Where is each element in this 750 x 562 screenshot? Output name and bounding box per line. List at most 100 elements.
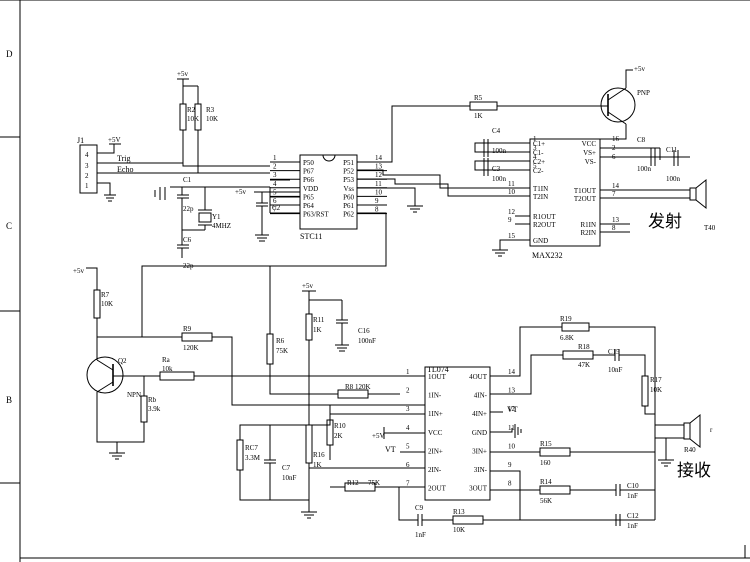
transducer-t40: T40 bbox=[689, 178, 716, 232]
svg-text:+5v: +5v bbox=[235, 188, 246, 196]
tl074-pin-name: 1OUT bbox=[428, 373, 447, 381]
svg-text:R5: R5 bbox=[474, 94, 483, 102]
svg-text:100n: 100n bbox=[492, 175, 507, 183]
svg-text:10K: 10K bbox=[650, 386, 662, 394]
svg-text:1K: 1K bbox=[313, 326, 322, 334]
svg-text:10K: 10K bbox=[453, 526, 465, 534]
stc11-pin-name: P53 bbox=[343, 176, 354, 184]
svg-text:10K: 10K bbox=[187, 115, 199, 123]
svg-text:10nF: 10nF bbox=[282, 474, 297, 482]
tl074-pin-name: 3OUT bbox=[469, 485, 488, 493]
svg-text:C12: C12 bbox=[627, 512, 639, 520]
transducer-r40: R40 r bbox=[683, 413, 713, 454]
svg-text:Q2: Q2 bbox=[118, 357, 127, 365]
max232-pin-num: 16 bbox=[612, 135, 620, 143]
svg-text:MAX232: MAX232 bbox=[532, 251, 563, 260]
svg-text:VT: VT bbox=[385, 445, 396, 454]
svg-text:R13: R13 bbox=[453, 508, 465, 516]
svg-text:+5V: +5V bbox=[372, 432, 385, 440]
svg-text:C6: C6 bbox=[183, 236, 192, 244]
tl074-pin-name: VCC bbox=[428, 429, 443, 437]
svg-text:100n: 100n bbox=[637, 165, 652, 173]
svg-text:C11: C11 bbox=[666, 146, 678, 154]
svg-text:+5v: +5v bbox=[73, 267, 84, 275]
svg-text:VT: VT bbox=[507, 405, 518, 414]
max232-pin-name: T1OUT bbox=[574, 187, 597, 195]
svg-text:R10: R10 bbox=[334, 422, 346, 430]
svg-text:120K: 120K bbox=[355, 383, 371, 391]
max232-pin-name: R1IN bbox=[580, 221, 596, 229]
svg-text:C4: C4 bbox=[492, 127, 501, 135]
svg-text:120K: 120K bbox=[183, 344, 199, 352]
svg-text:RC7: RC7 bbox=[245, 444, 258, 452]
resistor-r11 bbox=[305, 313, 313, 341]
svg-text:10K: 10K bbox=[101, 300, 113, 308]
svg-text:1nF: 1nF bbox=[627, 522, 638, 530]
j1-ref: J1 bbox=[77, 136, 84, 145]
frame-row-b: B bbox=[6, 395, 12, 405]
resistor-r2 bbox=[179, 103, 187, 131]
svg-text:10k: 10k bbox=[162, 365, 173, 373]
frame-row-d: D bbox=[6, 49, 13, 59]
resistor-rb bbox=[140, 395, 148, 423]
frame-row-c: C bbox=[6, 221, 12, 231]
max232-pin-num: 11 bbox=[508, 180, 515, 188]
svg-text:R17: R17 bbox=[650, 376, 662, 384]
svg-text:C10: C10 bbox=[627, 482, 639, 490]
svg-text:75K: 75K bbox=[276, 347, 288, 355]
svg-text:R40: R40 bbox=[684, 446, 696, 454]
svg-text:+5V: +5V bbox=[108, 136, 121, 144]
svg-text:PNP: PNP bbox=[637, 89, 650, 97]
tl074-pin-name: 4OUT bbox=[469, 373, 488, 381]
svg-text:R9: R9 bbox=[183, 325, 192, 333]
svg-text:75K: 75K bbox=[368, 479, 380, 487]
tl074-pin-name: 3IN+ bbox=[472, 447, 487, 455]
max232-pin-name: C2- bbox=[533, 167, 544, 175]
max232-pin-num: 14 bbox=[612, 182, 620, 190]
transmit-label: 发射 bbox=[648, 212, 682, 231]
max232-pin-name: R1OUT bbox=[533, 213, 556, 221]
svg-text:1K: 1K bbox=[474, 112, 483, 120]
svg-text:+5v: +5v bbox=[302, 282, 313, 290]
max232-pin-name: R2IN bbox=[580, 229, 596, 237]
svg-text:3: 3 bbox=[85, 162, 89, 170]
stc11-pin-num: 1 bbox=[273, 154, 277, 162]
svg-text:6.8K: 6.8K bbox=[560, 334, 574, 342]
tl074-pin-name: 4IN- bbox=[474, 392, 488, 400]
stc11-pin-name: P63/RST bbox=[303, 211, 329, 219]
svg-text:C3: C3 bbox=[492, 165, 501, 173]
svg-text:STC11: STC11 bbox=[300, 232, 322, 241]
circuit-schematic: D C B J1 4 3 2 1 Trig Echo +5V +5v R210K… bbox=[0, 0, 750, 562]
stc11-pin-name: P60 bbox=[343, 193, 354, 201]
svg-text:R16: R16 bbox=[313, 451, 325, 459]
svg-text:56K: 56K bbox=[540, 497, 552, 505]
max232-pin-name: GND bbox=[533, 237, 548, 245]
svg-text:R14: R14 bbox=[540, 478, 552, 486]
trig-label: Trig bbox=[117, 154, 131, 163]
svg-text:160: 160 bbox=[540, 459, 551, 467]
svg-text:C2: C2 bbox=[272, 204, 281, 212]
tl074-pin-num: 8 bbox=[508, 480, 512, 488]
svg-text:100nF: 100nF bbox=[358, 337, 376, 345]
resistor-r5 bbox=[469, 101, 498, 111]
max232-pin-num: 7 bbox=[612, 190, 616, 198]
svg-text:C1: C1 bbox=[183, 176, 192, 184]
svg-text:10K: 10K bbox=[206, 115, 218, 123]
svg-text:Rb: Rb bbox=[148, 396, 157, 404]
tl074-pin-num: 5 bbox=[406, 442, 410, 450]
svg-text:R12: R12 bbox=[347, 479, 359, 487]
svg-text:2: 2 bbox=[85, 172, 89, 180]
crystal-oscillator: C1 22p C6 22p Y1 4MHZ bbox=[154, 176, 300, 270]
max232-pin-name: VS+ bbox=[583, 149, 596, 157]
tl074-pin-name: 2IN- bbox=[428, 466, 442, 474]
stc11-pin-num: 13 bbox=[375, 163, 383, 171]
svg-text:R19: R19 bbox=[560, 315, 572, 323]
svg-text:4: 4 bbox=[85, 151, 89, 159]
receive-label: 接收 bbox=[677, 461, 711, 480]
svg-text:22p: 22p bbox=[183, 205, 194, 213]
svg-text:NPN: NPN bbox=[127, 391, 141, 399]
stc11-pin-num: 2 bbox=[273, 163, 277, 171]
resistor-r18 bbox=[562, 350, 594, 360]
tl074-pin-num: 14 bbox=[508, 368, 516, 376]
svg-text:C16: C16 bbox=[358, 327, 370, 335]
